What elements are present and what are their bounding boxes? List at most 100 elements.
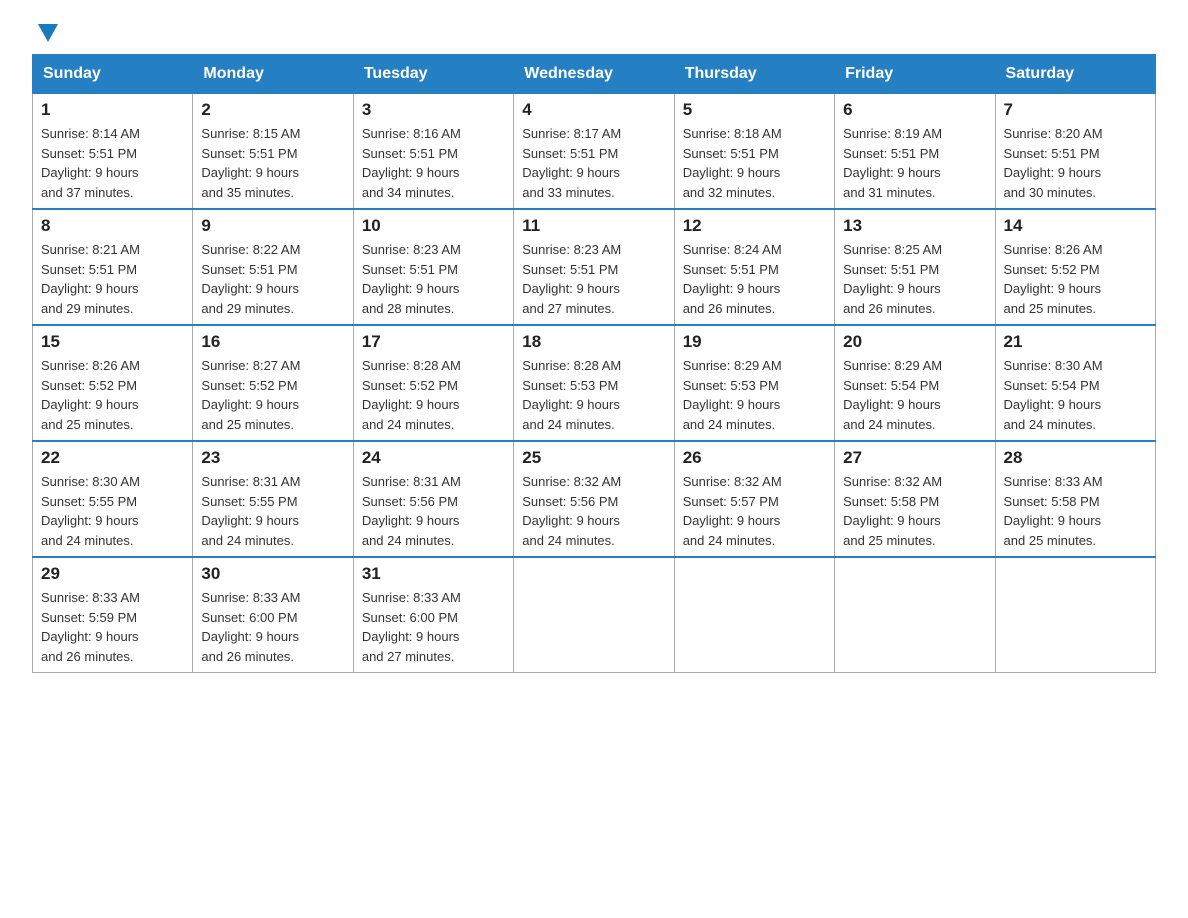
day-number: 10 xyxy=(362,216,505,236)
day-info: Sunrise: 8:31 AMSunset: 5:56 PMDaylight:… xyxy=(362,472,505,550)
page-header xyxy=(32,24,1156,42)
day-number: 14 xyxy=(1004,216,1147,236)
calendar-cell: 12 Sunrise: 8:24 AMSunset: 5:51 PMDayligh… xyxy=(674,209,834,325)
day-info: Sunrise: 8:33 AMSunset: 5:59 PMDaylight:… xyxy=(41,588,184,666)
calendar-cell xyxy=(995,557,1155,673)
day-info: Sunrise: 8:33 AMSunset: 6:00 PMDaylight:… xyxy=(362,588,505,666)
day-number: 6 xyxy=(843,100,986,120)
calendar-cell: 14 Sunrise: 8:26 AMSunset: 5:52 PMDayligh… xyxy=(995,209,1155,325)
day-number: 15 xyxy=(41,332,184,352)
day-info: Sunrise: 8:30 AMSunset: 5:55 PMDaylight:… xyxy=(41,472,184,550)
day-number: 22 xyxy=(41,448,184,468)
calendar-week-row: 8 Sunrise: 8:21 AMSunset: 5:51 PMDaylight… xyxy=(33,209,1156,325)
day-number: 9 xyxy=(201,216,344,236)
calendar-cell: 13Sunrise: 8:25 AMSunset: 5:51 PMDayligh… xyxy=(835,209,995,325)
day-info: Sunrise: 8:32 AMSunset: 5:57 PMDaylight:… xyxy=(683,472,826,550)
day-info: Sunrise: 8:14 AMSunset: 5:51 PMDaylight:… xyxy=(41,124,184,202)
weekday-header-wednesday: Wednesday xyxy=(514,55,674,94)
day-info: Sunrise: 8:21 AMSunset: 5:51 PMDaylight:… xyxy=(41,240,184,318)
calendar-cell: 24 Sunrise: 8:31 AMSunset: 5:56 PMDayligh… xyxy=(353,441,513,557)
day-info: Sunrise: 8:26 AMSunset: 5:52 PMDaylight:… xyxy=(1004,240,1147,318)
day-number: 7 xyxy=(1004,100,1147,120)
day-info: Sunrise: 8:22 AMSunset: 5:51 PMDaylight:… xyxy=(201,240,344,318)
day-number: 2 xyxy=(201,100,344,120)
weekday-header-thursday: Thursday xyxy=(674,55,834,94)
day-number: 19 xyxy=(683,332,826,352)
calendar-cell: 22 Sunrise: 8:30 AMSunset: 5:55 PMDayligh… xyxy=(33,441,193,557)
calendar-cell: 30 Sunrise: 8:33 AMSunset: 6:00 PMDayligh… xyxy=(193,557,353,673)
day-info: Sunrise: 8:28 AMSunset: 5:52 PMDaylight:… xyxy=(362,356,505,434)
calendar-cell: 27Sunrise: 8:32 AMSunset: 5:58 PMDayligh… xyxy=(835,441,995,557)
day-info: Sunrise: 8:28 AMSunset: 5:53 PMDaylight:… xyxy=(522,356,665,434)
day-info: Sunrise: 8:24 AMSunset: 5:51 PMDaylight:… xyxy=(683,240,826,318)
logo-blue-text xyxy=(32,24,58,42)
calendar-cell: 16 Sunrise: 8:27 AMSunset: 5:52 PMDayligh… xyxy=(193,325,353,441)
day-number: 16 xyxy=(201,332,344,352)
day-number: 27 xyxy=(843,448,986,468)
day-number: 31 xyxy=(362,564,505,584)
calendar-table: SundayMondayTuesdayWednesdayThursdayFrid… xyxy=(32,54,1156,673)
calendar-cell: 28Sunrise: 8:33 AMSunset: 5:58 PMDayligh… xyxy=(995,441,1155,557)
calendar-week-row: 1Sunrise: 8:14 AMSunset: 5:51 PMDaylight… xyxy=(33,94,1156,210)
day-number: 12 xyxy=(683,216,826,236)
calendar-cell: 7 Sunrise: 8:20 AMSunset: 5:51 PMDaylight… xyxy=(995,94,1155,210)
day-number: 20 xyxy=(843,332,986,352)
day-number: 23 xyxy=(201,448,344,468)
day-number: 8 xyxy=(41,216,184,236)
day-info: Sunrise: 8:32 AMSunset: 5:56 PMDaylight:… xyxy=(522,472,665,550)
calendar-header-row: SundayMondayTuesdayWednesdayThursdayFrid… xyxy=(33,55,1156,94)
calendar-cell: 25Sunrise: 8:32 AMSunset: 5:56 PMDayligh… xyxy=(514,441,674,557)
calendar-cell: 17 Sunrise: 8:28 AMSunset: 5:52 PMDayligh… xyxy=(353,325,513,441)
calendar-cell: 10 Sunrise: 8:23 AMSunset: 5:51 PMDayligh… xyxy=(353,209,513,325)
weekday-header-sunday: Sunday xyxy=(33,55,193,94)
calendar-cell: 29Sunrise: 8:33 AMSunset: 5:59 PMDayligh… xyxy=(33,557,193,673)
day-number: 24 xyxy=(362,448,505,468)
calendar-cell: 6 Sunrise: 8:19 AMSunset: 5:51 PMDaylight… xyxy=(835,94,995,210)
day-info: Sunrise: 8:15 AMSunset: 5:51 PMDaylight:… xyxy=(201,124,344,202)
calendar-cell: 5Sunrise: 8:18 AMSunset: 5:51 PMDaylight… xyxy=(674,94,834,210)
day-info: Sunrise: 8:29 AMSunset: 5:54 PMDaylight:… xyxy=(843,356,986,434)
day-info: Sunrise: 8:23 AMSunset: 5:51 PMDaylight:… xyxy=(362,240,505,318)
day-number: 3 xyxy=(362,100,505,120)
day-number: 5 xyxy=(683,100,826,120)
calendar-cell: 3 Sunrise: 8:16 AMSunset: 5:51 PMDaylight… xyxy=(353,94,513,210)
day-info: Sunrise: 8:26 AMSunset: 5:52 PMDaylight:… xyxy=(41,356,184,434)
day-info: Sunrise: 8:27 AMSunset: 5:52 PMDaylight:… xyxy=(201,356,344,434)
weekday-header-tuesday: Tuesday xyxy=(353,55,513,94)
day-info: Sunrise: 8:20 AMSunset: 5:51 PMDaylight:… xyxy=(1004,124,1147,202)
calendar-cell: 31 Sunrise: 8:33 AMSunset: 6:00 PMDayligh… xyxy=(353,557,513,673)
day-info: Sunrise: 8:23 AMSunset: 5:51 PMDaylight:… xyxy=(522,240,665,318)
day-info: Sunrise: 8:33 AMSunset: 6:00 PMDaylight:… xyxy=(201,588,344,666)
calendar-cell: 2 Sunrise: 8:15 AMSunset: 5:51 PMDaylight… xyxy=(193,94,353,210)
calendar-cell: 11Sunrise: 8:23 AMSunset: 5:51 PMDayligh… xyxy=(514,209,674,325)
day-number: 30 xyxy=(201,564,344,584)
day-number: 18 xyxy=(522,332,665,352)
day-info: Sunrise: 8:19 AMSunset: 5:51 PMDaylight:… xyxy=(843,124,986,202)
day-info: Sunrise: 8:16 AMSunset: 5:51 PMDaylight:… xyxy=(362,124,505,202)
calendar-cell xyxy=(835,557,995,673)
day-number: 26 xyxy=(683,448,826,468)
weekday-header-friday: Friday xyxy=(835,55,995,94)
calendar-cell xyxy=(514,557,674,673)
day-info: Sunrise: 8:29 AMSunset: 5:53 PMDaylight:… xyxy=(683,356,826,434)
calendar-cell: 15 Sunrise: 8:26 AMSunset: 5:52 PMDayligh… xyxy=(33,325,193,441)
day-info: Sunrise: 8:30 AMSunset: 5:54 PMDaylight:… xyxy=(1004,356,1147,434)
calendar-cell: 21 Sunrise: 8:30 AMSunset: 5:54 PMDayligh… xyxy=(995,325,1155,441)
day-number: 21 xyxy=(1004,332,1147,352)
day-info: Sunrise: 8:31 AMSunset: 5:55 PMDaylight:… xyxy=(201,472,344,550)
calendar-cell: 23 Sunrise: 8:31 AMSunset: 5:55 PMDayligh… xyxy=(193,441,353,557)
calendar-cell xyxy=(674,557,834,673)
calendar-cell: 9 Sunrise: 8:22 AMSunset: 5:51 PMDaylight… xyxy=(193,209,353,325)
calendar-week-row: 15 Sunrise: 8:26 AMSunset: 5:52 PMDayligh… xyxy=(33,325,1156,441)
day-info: Sunrise: 8:25 AMSunset: 5:51 PMDaylight:… xyxy=(843,240,986,318)
calendar-cell: 18 Sunrise: 8:28 AMSunset: 5:53 PMDayligh… xyxy=(514,325,674,441)
calendar-cell: 1Sunrise: 8:14 AMSunset: 5:51 PMDaylight… xyxy=(33,94,193,210)
calendar-cell: 20 Sunrise: 8:29 AMSunset: 5:54 PMDayligh… xyxy=(835,325,995,441)
day-info: Sunrise: 8:17 AMSunset: 5:51 PMDaylight:… xyxy=(522,124,665,202)
logo xyxy=(32,24,58,42)
weekday-header-saturday: Saturday xyxy=(995,55,1155,94)
logo-triangle-icon xyxy=(38,24,58,42)
calendar-cell: 19 Sunrise: 8:29 AMSunset: 5:53 PMDayligh… xyxy=(674,325,834,441)
calendar-cell: 4Sunrise: 8:17 AMSunset: 5:51 PMDaylight… xyxy=(514,94,674,210)
day-number: 17 xyxy=(362,332,505,352)
